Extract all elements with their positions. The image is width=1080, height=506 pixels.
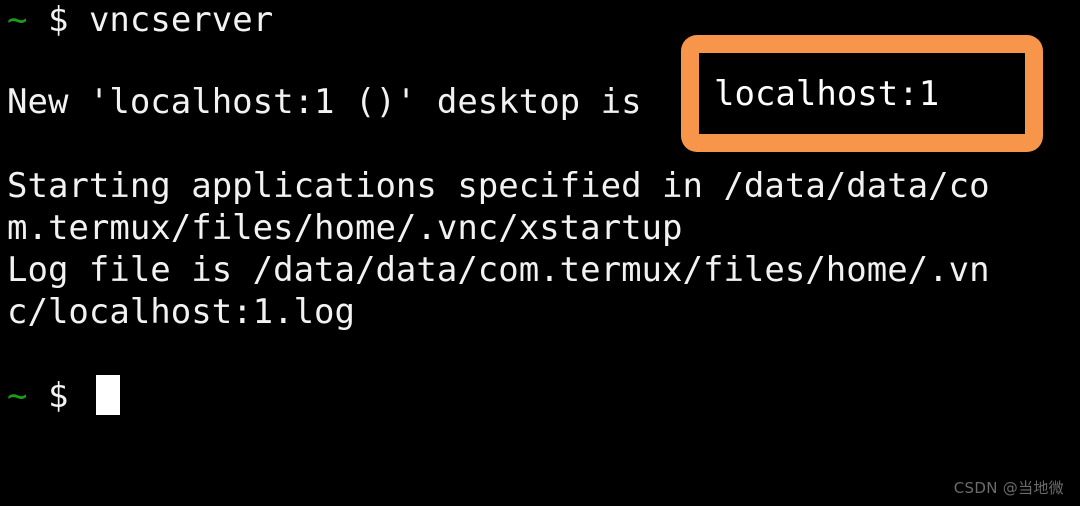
csdn-watermark: CSDN @当地微 — [953, 479, 1064, 497]
output-line-new-desktop: New 'localhost:1 ()' desktop is — [7, 82, 642, 122]
final-prompt-tilde: ~ — [7, 376, 28, 416]
prompt-spacer — [27, 0, 47, 40]
final-prompt-spacer — [27, 376, 47, 416]
terminal-window[interactable]: ~ $ vncserver New 'localhost:1 ()' deskt… — [0, 0, 1080, 506]
terminal-command-line: ~ $ vncserver — [7, 0, 273, 41]
prompt-dollar: $ — [47, 0, 69, 40]
prompt-tilde: ~ — [7, 0, 28, 40]
final-prompt-dollar: $ — [47, 376, 69, 416]
terminal-final-prompt: ~ $ — [7, 375, 68, 417]
output-line-xstartup-path: m.termux/files/home/.vnc/xstartup — [7, 208, 683, 248]
terminal-cursor — [96, 375, 120, 415]
command-spacer — [68, 0, 88, 40]
output-line-log-file: Log file is /data/data/com.termux/files/… — [7, 250, 990, 290]
annotation-highlighted-text: localhost:1 — [714, 74, 940, 114]
output-line-starting-applications: Starting applications specified in /data… — [7, 166, 990, 206]
command-text: vncserver — [88, 0, 274, 40]
output-line-log-file-continued: c/localhost:1.log — [7, 292, 355, 332]
